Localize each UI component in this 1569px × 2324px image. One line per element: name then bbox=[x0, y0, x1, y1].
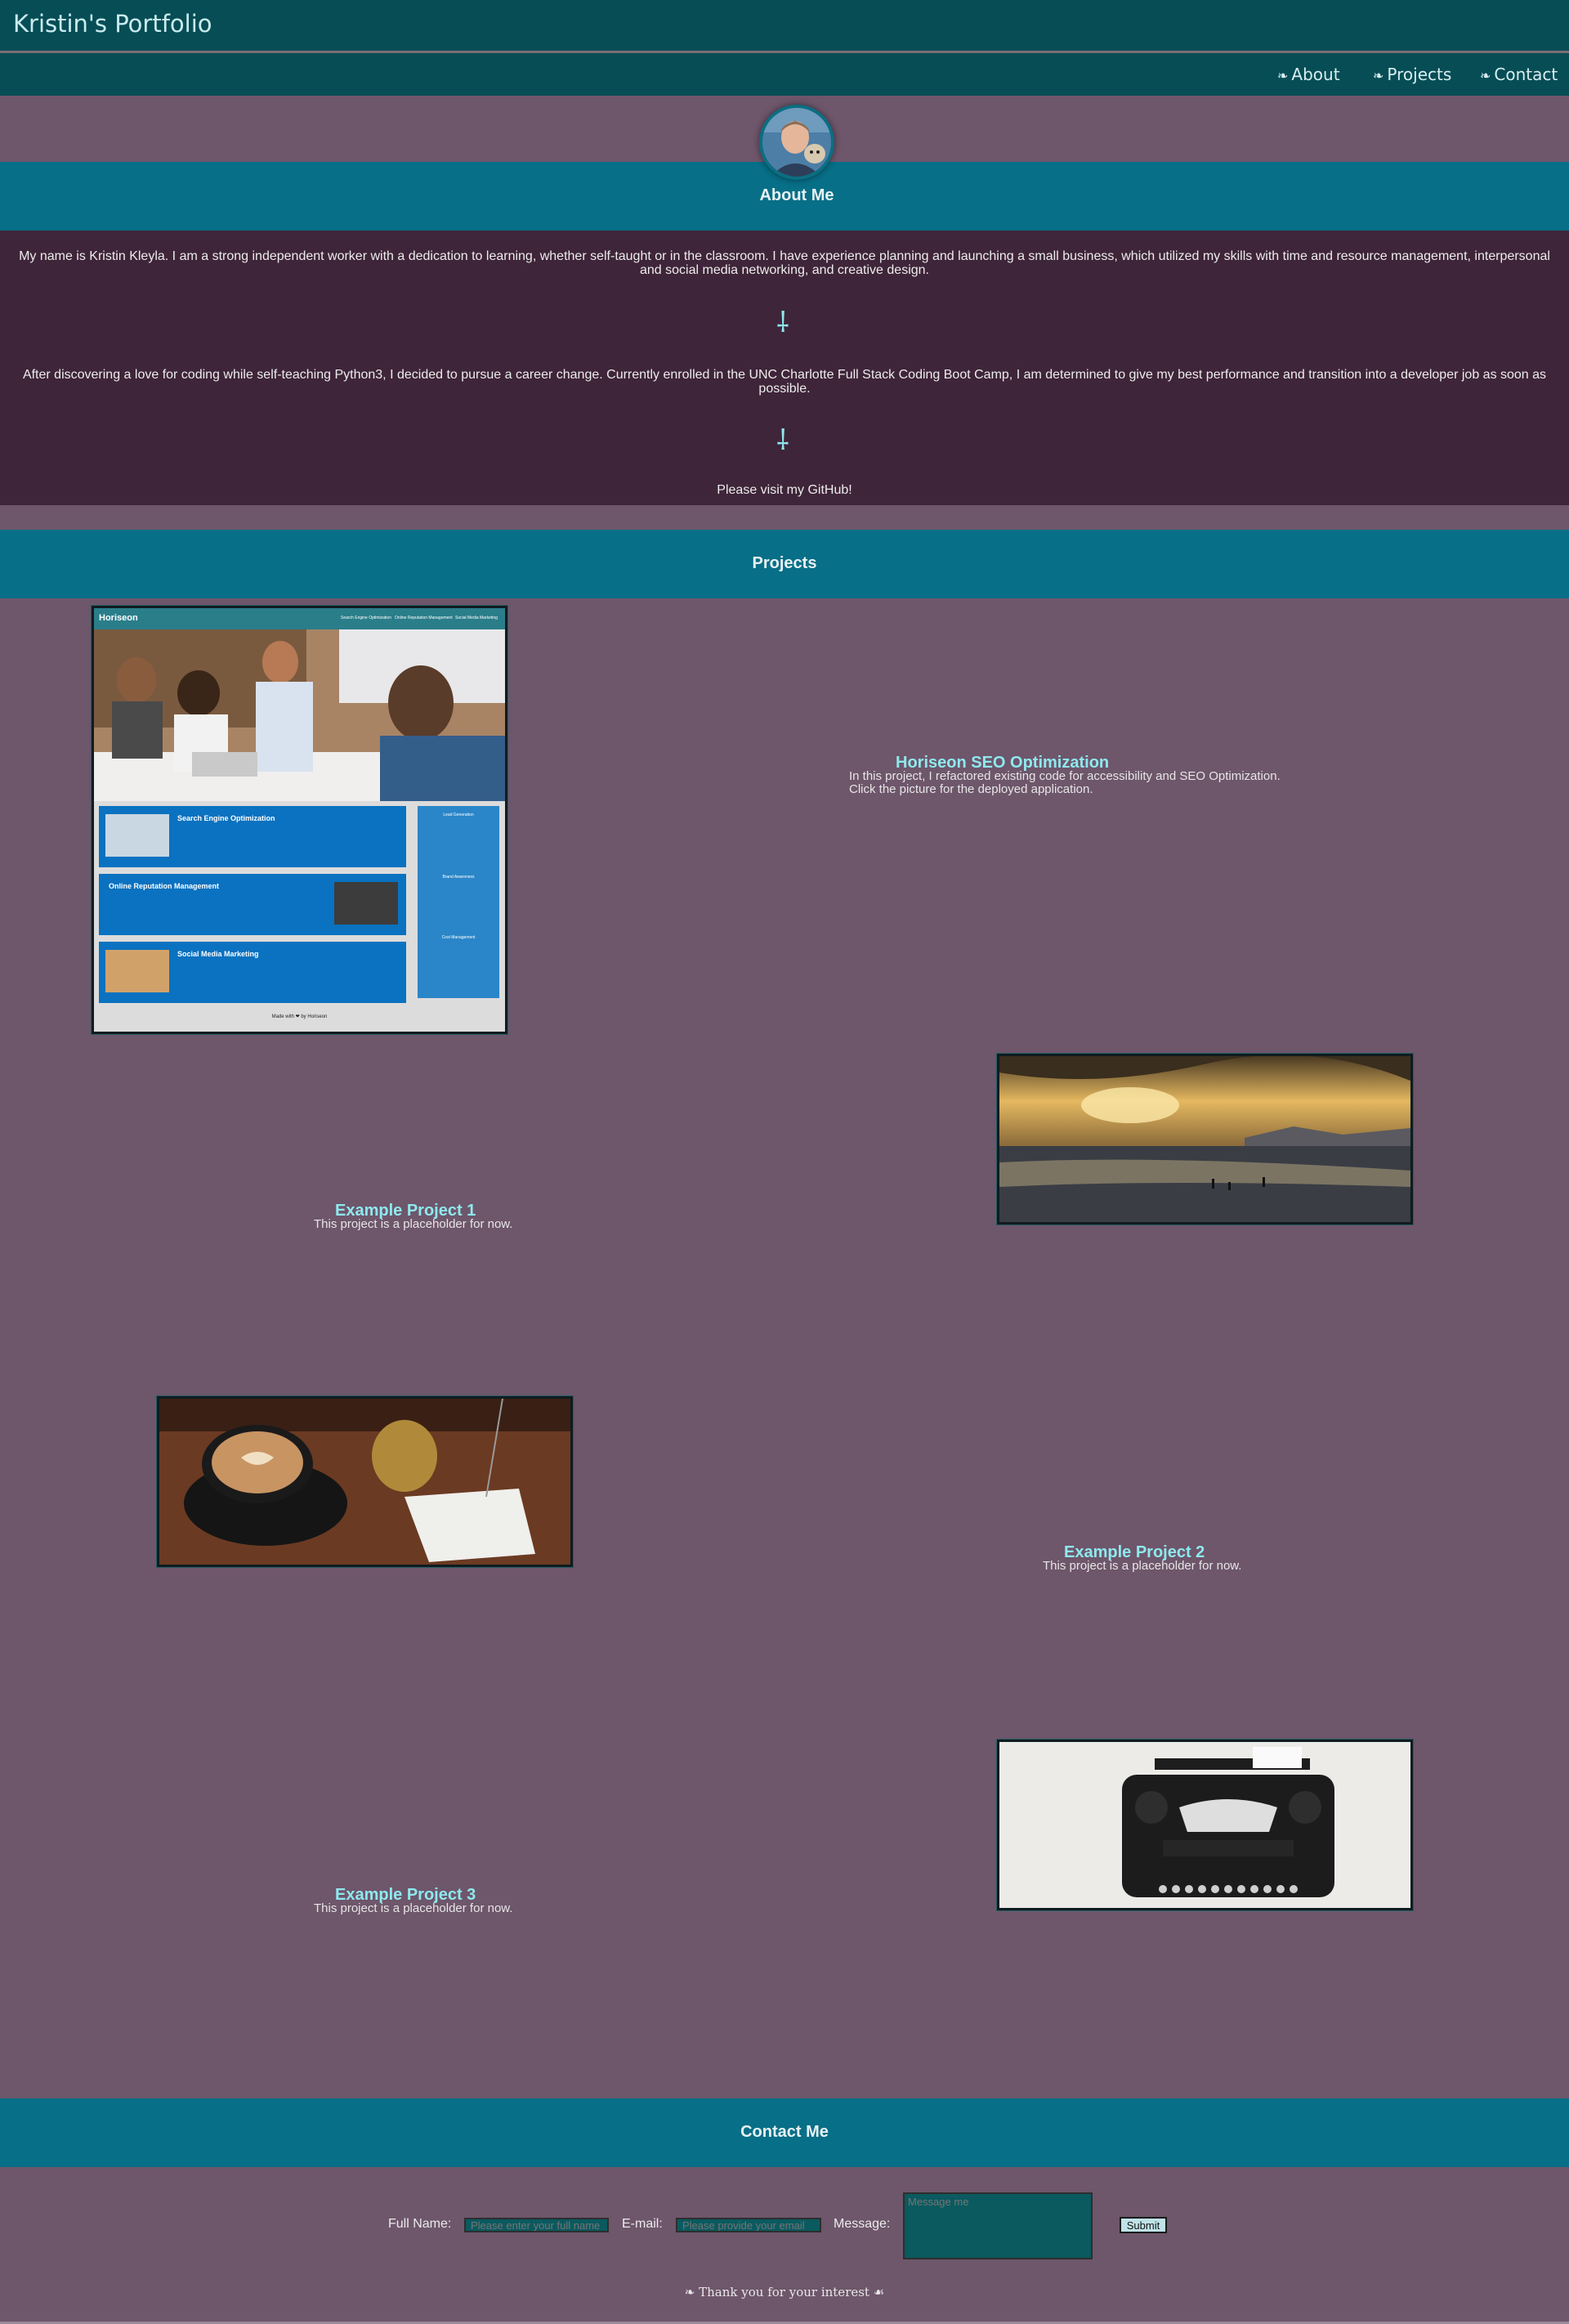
project-image-typewriter[interactable] bbox=[997, 1740, 1413, 1910]
site-header bbox=[0, 0, 1569, 53]
message-textarea[interactable] bbox=[903, 2192, 1093, 2259]
message-label: Message: bbox=[834, 2217, 891, 2231]
nav-link-label: Contact bbox=[1494, 65, 1558, 84]
thumb-card-title: Social Media Marketing bbox=[177, 950, 259, 958]
thumb-side-title: Lead Generation bbox=[443, 813, 474, 817]
thumb-side-title: Cost Management bbox=[441, 935, 476, 940]
github-link[interactable]: Please visit my GitHub! bbox=[0, 483, 1569, 498]
about-paragraph-2: After discovering a love for coding whil… bbox=[22, 368, 1547, 396]
thumb-card-title: Search Engine Optimization bbox=[177, 814, 275, 822]
submit-button[interactable]: Submit bbox=[1120, 2217, 1167, 2233]
thumb-brand: Horiseon bbox=[99, 613, 138, 623]
site-title: Kristin's Portfolio bbox=[13, 10, 212, 38]
thumb-nav-item: Online Reputation Management bbox=[395, 616, 453, 620]
project-description: This project is a placeholder for now. bbox=[1043, 1559, 1242, 1573]
nav-link-label: Projects bbox=[1387, 65, 1452, 84]
project-description: This project is a placeholder for now. bbox=[314, 1217, 513, 1231]
thank-you-text: ❧ Thank you for your interest ☙ bbox=[0, 2285, 1569, 2299]
thumb-card: Online Reputation Management bbox=[99, 874, 406, 935]
thumb-card: Social Media Marketing bbox=[99, 942, 406, 1003]
project-image-sunset[interactable] bbox=[997, 1054, 1413, 1225]
about-heading: About Me bbox=[759, 186, 834, 204]
horiseon-screenshot-link[interactable]: Horiseon Search Engine Optimization Onli… bbox=[92, 606, 507, 1034]
thumb-side-title: Brand Awareness bbox=[442, 875, 475, 880]
nav-link-label: About bbox=[1291, 65, 1340, 84]
thank-you-label: Thank you for your interest bbox=[699, 2285, 869, 2299]
thumb-nav-item: Social Media Marketing bbox=[455, 616, 498, 620]
email-label: E-mail: bbox=[622, 2217, 663, 2231]
fleuron-icon: ❧ bbox=[684, 2285, 695, 2299]
thumb-card-title: Online Reputation Management bbox=[109, 882, 220, 890]
dagger-divider-icon: ⸸ bbox=[776, 424, 789, 457]
fleuron-icon: ❧ bbox=[1480, 68, 1491, 83]
thumb-footer: Made with ❤ by Horiseon bbox=[271, 1014, 328, 1019]
nav-link-projects[interactable]: ❧ Projects bbox=[1373, 65, 1451, 84]
fleuron-icon: ❧ bbox=[1277, 68, 1289, 83]
thumb-sidebar: Lead Generation Brand Awareness Cost Man… bbox=[418, 806, 499, 998]
project-image-coffee[interactable] bbox=[157, 1396, 573, 1567]
project-description: This project is a placeholder for now. bbox=[314, 1901, 513, 1915]
contact-heading: Contact Me bbox=[740, 2123, 829, 2141]
nav-link-contact[interactable]: ❧ Contact bbox=[1480, 65, 1558, 84]
fleuron-reverse-icon: ☙ bbox=[873, 2285, 885, 2299]
project-description: In this project, I refactored existing c… bbox=[849, 769, 1281, 783]
avatar bbox=[759, 105, 834, 180]
dagger-divider-icon: ⸸ bbox=[776, 307, 789, 339]
fleuron-icon: ❧ bbox=[1373, 68, 1384, 83]
full-name-input[interactable] bbox=[464, 2218, 609, 2232]
about-paragraph-1: My name is Kristin Kleyla. I am a strong… bbox=[19, 249, 1550, 277]
thumb-hero-photo bbox=[94, 629, 505, 801]
nav-link-about[interactable]: ❧ About bbox=[1277, 65, 1340, 84]
thumb-header: Horiseon Search Engine Optimization Onli… bbox=[94, 608, 505, 629]
thumb-nav-item: Search Engine Optimization bbox=[341, 616, 391, 620]
projects-heading: Projects bbox=[752, 554, 817, 572]
full-name-label: Full Name: bbox=[388, 2217, 452, 2231]
thumb-card: Search Engine Optimization bbox=[99, 806, 406, 867]
project-description: Click the picture for the deployed appli… bbox=[849, 782, 1093, 796]
email-input[interactable] bbox=[676, 2218, 821, 2232]
